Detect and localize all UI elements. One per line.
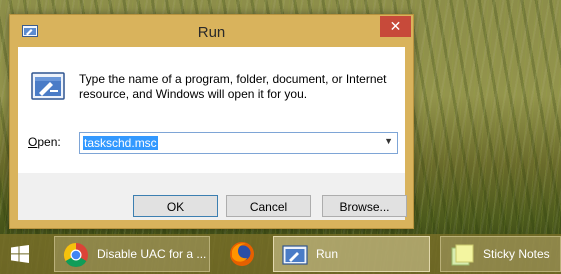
taskbar-item-sticky-notes[interactable]: Sticky Notes xyxy=(440,236,561,272)
firefox-icon xyxy=(230,242,254,266)
ok-button[interactable]: OK xyxy=(133,195,218,217)
taskbar-item-firefox[interactable] xyxy=(216,236,268,272)
chevron-down-icon[interactable]: ▼ xyxy=(384,136,393,146)
cancel-button[interactable]: Cancel xyxy=(226,195,311,217)
sticky-notes-icon xyxy=(451,244,474,266)
taskbar: Disable UAC for a ... Run Sticky Notes xyxy=(0,234,561,274)
start-button[interactable] xyxy=(0,236,40,272)
taskbar-item-label: Run xyxy=(316,247,339,261)
open-combobox[interactable]: taskschd.msc ▼ xyxy=(79,132,398,154)
title-bar[interactable]: Run ✕ xyxy=(10,15,413,47)
open-label-accelerator: O xyxy=(28,135,38,149)
run-icon xyxy=(282,245,308,265)
dialog-title: Run xyxy=(197,24,226,41)
taskbar-item-run[interactable]: Run xyxy=(273,236,430,272)
dialog-content-area: Type the name of a program, folder, docu… xyxy=(18,47,405,173)
windows-logo-icon xyxy=(11,245,29,263)
taskbar-item-label: Sticky Notes xyxy=(483,247,550,261)
run-dialog: Run ✕ Type the name of a program, folder… xyxy=(9,14,414,229)
close-button[interactable]: ✕ xyxy=(380,16,411,37)
browse-button[interactable]: Browse... xyxy=(322,195,407,217)
taskbar-item-chrome[interactable]: Disable UAC for a ... xyxy=(54,236,210,272)
open-input-value[interactable]: taskschd.msc xyxy=(83,136,158,150)
dialog-body: Type the name of a program, folder, docu… xyxy=(18,47,407,220)
taskbar-item-label: Disable UAC for a ... xyxy=(97,247,207,261)
chrome-icon xyxy=(63,243,88,268)
open-label: Open: xyxy=(28,135,61,149)
close-icon: ✕ xyxy=(389,18,402,34)
run-icon xyxy=(31,72,65,100)
dialog-description: Type the name of a program, folder, docu… xyxy=(79,72,387,101)
open-label-text: pen: xyxy=(37,135,61,149)
